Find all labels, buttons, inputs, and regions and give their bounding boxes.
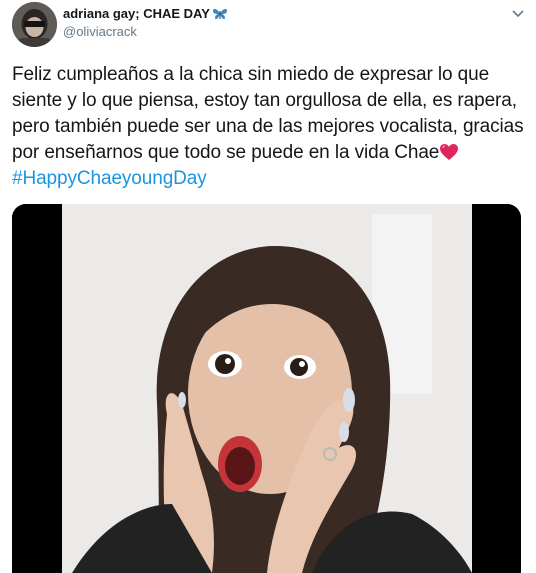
author-name-row[interactable]: adriana gay; CHAE DAY [63,6,228,22]
avatar[interactable] [12,2,57,47]
author-handle[interactable]: @oliviacrack [63,24,137,40]
hashtag-link[interactable]: #HappyChaeyoungDay [12,168,207,189]
tweet-text: Feliz cumpleaños a la chica sin miedo de… [12,62,527,192]
tweet-media-video[interactable] [12,204,521,573]
chevron-down-icon[interactable] [510,7,526,19]
heart-icon [439,143,459,161]
tweet-card: adriana gay; CHAE DAY @oliviacrack Feliz… [0,0,536,573]
author-display-name[interactable]: adriana gay; CHAE DAY [63,6,210,22]
butterfly-icon [212,7,228,21]
